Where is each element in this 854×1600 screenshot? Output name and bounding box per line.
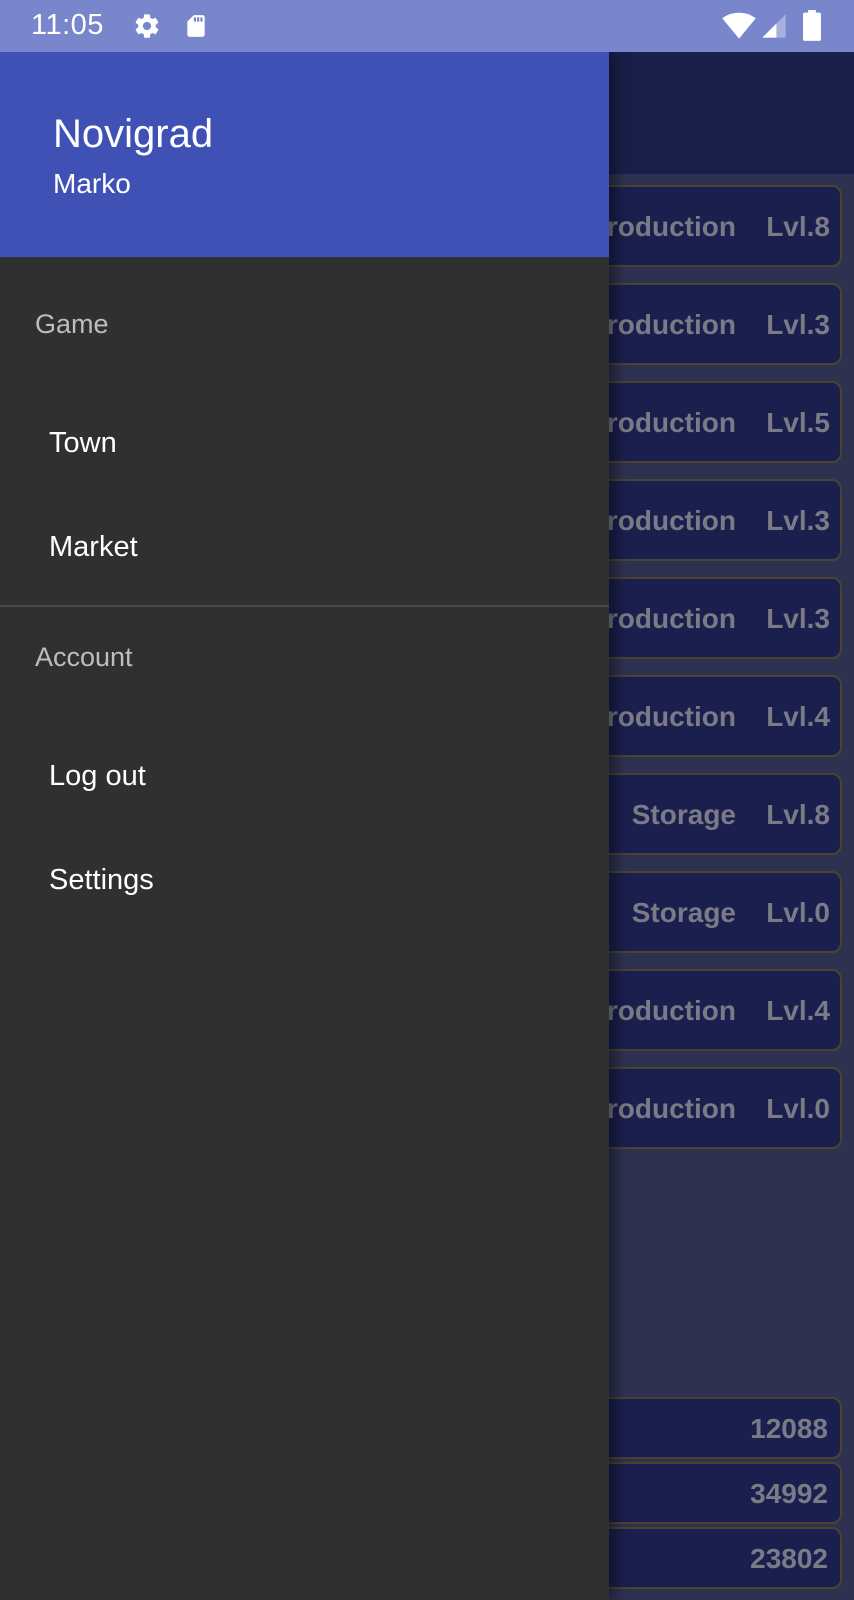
building-level: Lvl.8	[766, 799, 830, 830]
building-level: Lvl.3	[766, 309, 830, 340]
building-type: roduction	[606, 603, 736, 634]
building-level: Lvl.5	[766, 407, 830, 438]
building-level: Lvl.4	[766, 701, 830, 732]
status-time: 11:05	[31, 9, 104, 41]
section-label-account: Account	[35, 642, 133, 672]
building-type: roduction	[606, 701, 736, 732]
menu-item-town[interactable]: Town	[0, 395, 609, 491]
building-level: Lvl.3	[766, 505, 830, 536]
building-level: Lvl.8	[766, 211, 830, 242]
menu-item-label: Market	[49, 531, 138, 563]
building-type: roduction	[606, 309, 736, 340]
menu-item-label: Log out	[49, 760, 146, 792]
town-name: Novigrad	[53, 112, 214, 156]
building-level: Lvl.3	[766, 603, 830, 634]
building-type: roduction	[606, 995, 736, 1026]
building-type: roduction	[606, 1093, 736, 1124]
sd-card-icon	[187, 15, 205, 37]
resource-value: 34992	[750, 1478, 828, 1509]
building-level: Lvl.0	[766, 897, 830, 928]
signal-icon	[762, 14, 786, 38]
menu-item-market[interactable]: Market	[0, 499, 609, 595]
building-type: roduction	[606, 505, 736, 536]
building-level: Lvl.4	[766, 995, 830, 1026]
building-type: Storage	[631, 799, 736, 830]
wifi-icon	[722, 12, 756, 39]
building-type: roduction	[606, 211, 736, 242]
menu-item-log-out[interactable]: Log out	[0, 728, 609, 824]
menu-item-settings[interactable]: Settings	[0, 832, 609, 928]
status-bar: 11:05	[0, 0, 854, 52]
menu-item-label: Settings	[49, 864, 154, 896]
resource-value: 12088	[750, 1413, 828, 1444]
resource-value: 23802	[750, 1543, 828, 1574]
battery-icon	[803, 10, 821, 41]
section-label-game: Game	[35, 309, 109, 339]
navigation-drawer: Novigrad Marko Game Town Market Account …	[0, 52, 609, 1600]
drawer-header: Novigrad Marko	[0, 52, 609, 257]
building-level: Lvl.0	[766, 1093, 830, 1124]
menu-item-label: Town	[49, 427, 117, 459]
gear-icon	[135, 14, 159, 38]
player-name: Marko	[53, 168, 131, 199]
building-type: Storage	[631, 897, 736, 928]
drawer-divider	[0, 605, 609, 607]
building-type: roduction	[606, 407, 736, 438]
screen: 11:05 Novigrad Marko Game Town Market Ac…	[0, 0, 854, 1600]
